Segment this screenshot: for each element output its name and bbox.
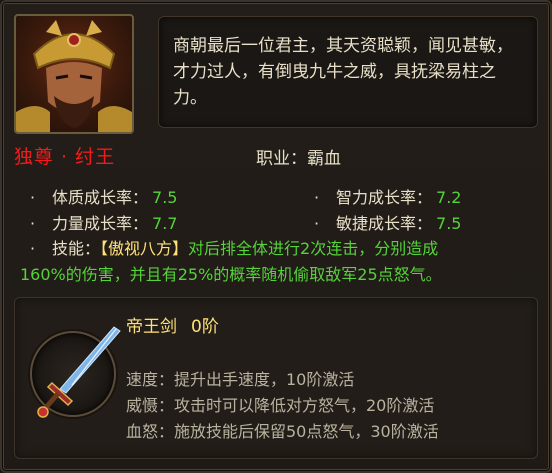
- weapon-name: 帝王剑: [126, 317, 177, 337]
- stat-strength: · 力量成长率： 7.7: [30, 214, 178, 233]
- weapon-effect-speed: 速度：提升出手速度，10阶激活: [126, 370, 355, 389]
- skill-description: · 技能：【傲视八方】对后排全体进行2次连击，分别造成 160%的伤害，并且有25…: [20, 236, 520, 284]
- skill-prefix: 技能：: [52, 239, 101, 258]
- stat-label: 智力成长率：: [336, 188, 433, 207]
- stat-constitution: · 体质成长率： 7.5: [30, 188, 178, 207]
- stat-label: 体质成长率：: [52, 188, 149, 207]
- class-label: 职业：霸血: [256, 149, 341, 169]
- weapon-effect-deter: 威慑：攻击时可以降低对方怒气，20阶激活: [126, 396, 435, 415]
- stat-value: 7.7: [152, 214, 178, 233]
- stat-intelligence: · 智力成长率： 7.2: [314, 188, 462, 207]
- weapon-level: 0阶: [191, 317, 219, 337]
- stat-value: 7.5: [152, 188, 178, 207]
- weapon-effect-rage: 血怒：施放技能后保留50点怒气，30阶激活: [126, 422, 439, 441]
- stat-value: 7.5: [436, 214, 462, 233]
- hero-description: 商朝最后一位君主，其天资聪颖，闻见甚敏，才力过人，有倒曳九牛之威，具抚梁易柱之力…: [158, 16, 538, 128]
- hero-name: 独尊 · 纣王: [14, 146, 116, 168]
- stat-label: 力量成长率：: [52, 214, 149, 233]
- skill-name: 【傲视八方】: [100, 239, 189, 258]
- skill-desc-line2: 160%的伤害，并且有25%的概率随机偷取敌军25点怒气。: [20, 265, 442, 284]
- skill-desc-line1: 对后排全体进行2次连击，分别造成: [188, 239, 439, 258]
- stat-agility: · 敏捷成长率： 7.5: [314, 214, 462, 233]
- stat-value: 7.2: [436, 188, 462, 207]
- weapon-title: 帝王剑 0阶: [126, 312, 219, 337]
- hero-portrait: [14, 14, 134, 134]
- sword-icon: [30, 326, 121, 418]
- stat-label: 敏捷成长率：: [336, 214, 433, 233]
